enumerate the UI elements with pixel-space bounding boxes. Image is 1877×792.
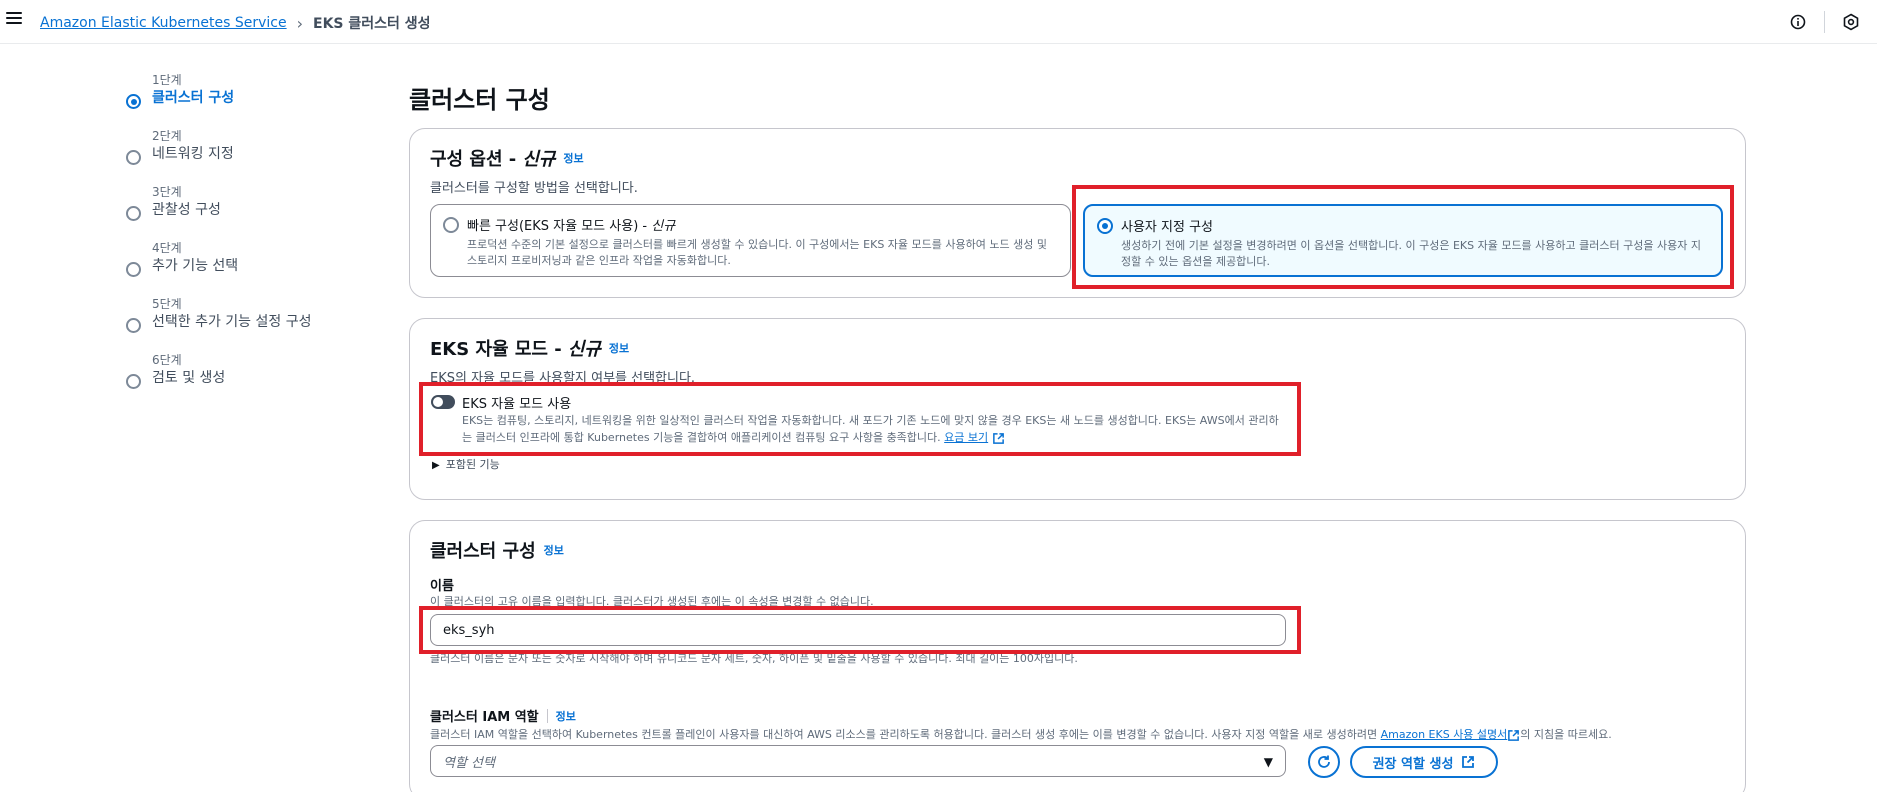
- tile-title: 빠른 구성(EKS 자율 모드 사용) - 신규: [467, 215, 1056, 234]
- top-navigation-bar: Amazon Elastic Kubernetes Service › EKS …: [0, 0, 1877, 44]
- highlight-box: [1072, 185, 1734, 289]
- button-label: 권장 역할 생성: [1372, 756, 1454, 772]
- step-2[interactable]: 2단계 네트워킹 지정: [126, 128, 311, 184]
- breadcrumb-current: EKS 클러스터 생성: [313, 16, 431, 32]
- role-select-placeholder: 역할 선택: [443, 755, 495, 771]
- step-label: 관찰성 구성: [152, 202, 221, 218]
- step-number: 3단계: [152, 185, 182, 199]
- info-link[interactable]: 정보: [556, 708, 576, 724]
- iam-label-text: 클러스터 IAM 역할: [430, 710, 539, 725]
- step-5[interactable]: 5단계 선택한 추가 기능 설정 구성: [126, 296, 311, 352]
- panel-description: 클러스터를 구성할 방법을 선택합니다.: [430, 181, 638, 196]
- highlight-box: [419, 382, 1301, 456]
- eks-user-guide-link[interactable]: Amazon EKS 사용 설명서: [1381, 728, 1508, 741]
- external-link-icon: [1462, 756, 1475, 768]
- top-utility-icons: [1786, 10, 1863, 34]
- panel-heading: 구성 옵션 - 신규 정보: [430, 145, 638, 171]
- step-number: 2단계: [152, 129, 182, 143]
- step-pending-icon: [126, 206, 141, 221]
- create-recommended-role-button[interactable]: 권장 역할 생성: [1350, 746, 1498, 778]
- label-divider: [546, 708, 548, 723]
- info-link[interactable]: 정보: [609, 340, 629, 356]
- included-features-expander[interactable]: ▶ 포함된 기능: [432, 456, 500, 472]
- quick-config-option[interactable]: 빠른 구성(EKS 자율 모드 사용) - 신규 프로덕션 수준의 기본 설정으…: [430, 204, 1071, 277]
- step-1[interactable]: 1단계 클러스터 구성: [126, 72, 311, 128]
- refresh-button[interactable]: [1308, 746, 1340, 778]
- step-label: 선택한 추가 기능 설정 구성: [152, 314, 312, 330]
- step-label: 네트워킹 지정: [152, 146, 234, 162]
- step-pending-icon: [126, 318, 141, 333]
- step-number: 4단계: [152, 241, 182, 255]
- settings-hexagon-icon[interactable]: [1839, 10, 1863, 34]
- page-title: 클러스터 구성: [409, 86, 550, 114]
- step-label: 클러스터 구성: [152, 90, 235, 106]
- step-number: 5단계: [152, 297, 182, 311]
- step-3[interactable]: 3단계 관찰성 구성: [126, 184, 311, 240]
- tile-title-text: 빠른 구성(EKS 자율 모드 사용) -: [467, 219, 652, 234]
- wizard-steps: 1단계 클러스터 구성 2단계 네트워킹 지정 3단계 관찰성 구성 4단계 추…: [126, 72, 311, 408]
- breadcrumb-service-link[interactable]: Amazon Elastic Kubernetes Service: [40, 15, 287, 31]
- iam-field-label: 클러스터 IAM 역할 정보: [430, 706, 576, 725]
- new-badge: 신규: [522, 149, 556, 170]
- panel-title: 클러스터 구성: [430, 541, 536, 562]
- new-badge: 신규: [567, 339, 601, 360]
- chevron-right-icon: ›: [296, 13, 304, 33]
- step-4[interactable]: 4단계 추가 기능 선택: [126, 240, 311, 296]
- caret-down-icon: ▼: [1263, 755, 1273, 769]
- step-pending-icon: [126, 150, 141, 165]
- radio-unselected-icon[interactable]: [443, 217, 459, 233]
- top-divider: [1824, 11, 1825, 33]
- step-label: 추가 기능 선택: [152, 258, 239, 274]
- step-pending-icon: [126, 262, 141, 277]
- new-badge: 신규: [651, 219, 676, 234]
- breadcrumb: Amazon Elastic Kubernetes Service › EKS …: [40, 13, 431, 33]
- refresh-icon: [1318, 755, 1330, 768]
- panel-title: 구성 옵션 -: [430, 149, 517, 170]
- info-link[interactable]: 정보: [544, 542, 564, 558]
- iam-description-text: 클러스터 IAM 역할을 선택하여 Kubernetes 컨트롤 플레인이 사용…: [430, 728, 1381, 741]
- step-label: 검토 및 생성: [152, 370, 226, 386]
- external-link-icon: [1508, 729, 1520, 741]
- iam-role-select[interactable]: 역할 선택 ▼: [430, 745, 1286, 777]
- highlight-box: [419, 606, 1301, 654]
- name-field-label: 이름: [430, 579, 454, 594]
- menu-icon[interactable]: [6, 12, 22, 28]
- step-active-icon: [126, 94, 141, 109]
- iam-field-description: 클러스터 IAM 역할을 선택하여 Kubernetes 컨트롤 플레인이 사용…: [430, 726, 1612, 742]
- expander-label: 포함된 기능: [445, 458, 500, 471]
- info-link[interactable]: 정보: [563, 150, 583, 166]
- caret-right-icon: ▶: [432, 460, 440, 471]
- panel-title: EKS 자율 모드 -: [430, 339, 562, 360]
- info-icon[interactable]: [1786, 10, 1810, 34]
- panel-heading: EKS 자율 모드 - 신규 정보: [430, 335, 695, 361]
- iam-description-tail: 의 지침을 따르세요.: [1520, 728, 1612, 741]
- step-number: 1단계: [152, 73, 182, 87]
- tile-description: 프로덕션 수준의 기본 설정으로 클러스터를 빠르게 생성할 수 있습니다. 이…: [467, 238, 1047, 267]
- step-number: 6단계: [152, 353, 182, 367]
- step-pending-icon: [126, 374, 141, 389]
- step-6[interactable]: 6단계 검토 및 생성: [126, 352, 311, 408]
- panel-heading: 클러스터 구성 정보: [430, 537, 564, 563]
